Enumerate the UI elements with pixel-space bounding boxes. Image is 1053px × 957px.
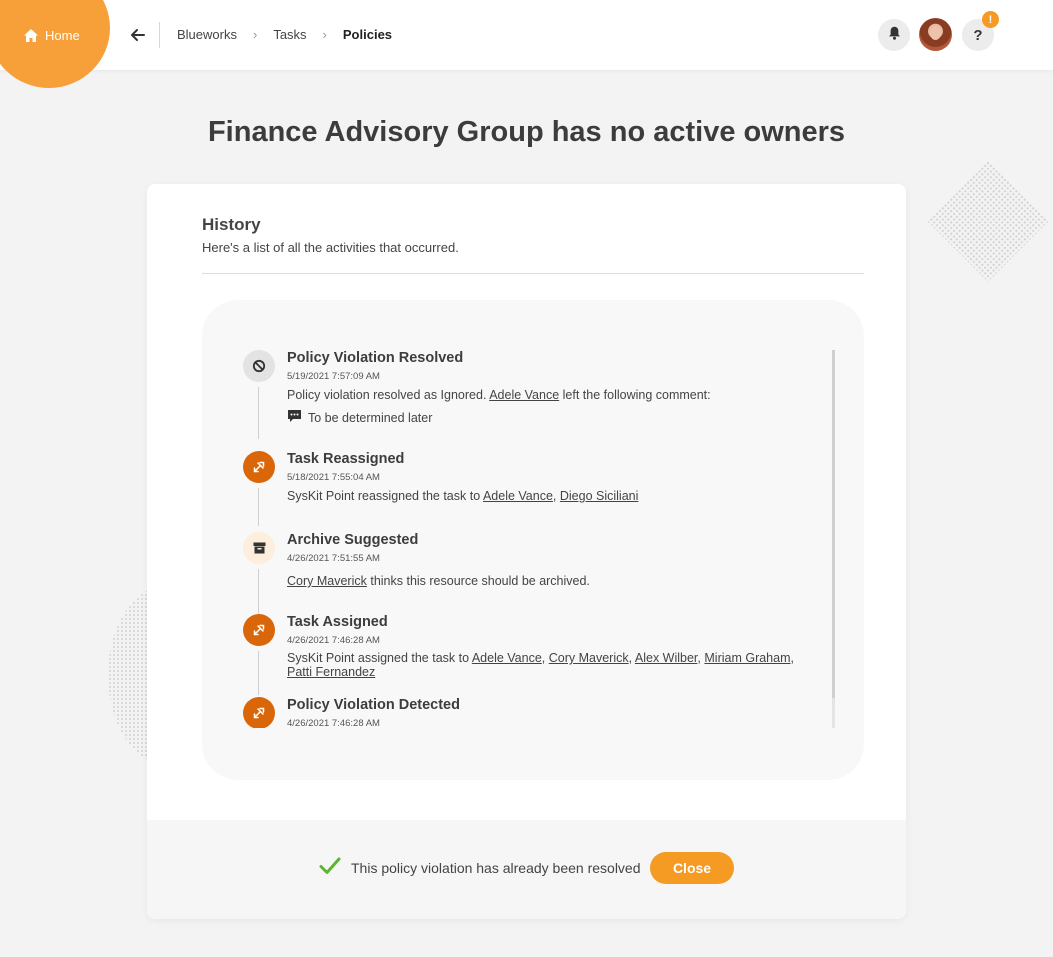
home-icon xyxy=(24,29,38,42)
breadcrumb-tasks[interactable]: Tasks xyxy=(273,27,306,42)
timeline-connector xyxy=(258,488,259,526)
comment-icon xyxy=(287,409,302,426)
detect-icon xyxy=(243,697,275,728)
history-subtitle: Here's a list of all the activities that… xyxy=(202,240,459,255)
breadcrumb: Blueworks › Tasks › Policies xyxy=(177,27,392,42)
user-link[interactable]: Diego Siciliani xyxy=(560,489,639,503)
timeline-scroll-area[interactable]: Policy Violation Resolved 5/19/2021 7:57… xyxy=(243,350,833,728)
event-title: Policy Violation Detected xyxy=(287,697,460,713)
event-date: 4/26/2021 7:46:28 AM xyxy=(287,635,380,646)
event-description: SysKit Point reassigned the task to Adel… xyxy=(287,489,639,503)
history-title: History xyxy=(202,215,261,234)
top-bar: Home Blueworks › Tasks › Policies ? ! xyxy=(0,0,1053,88)
reassign-icon xyxy=(243,451,275,483)
check-icon xyxy=(319,857,341,878)
help-alert-badge: ! xyxy=(982,11,999,28)
timeline-connector xyxy=(258,387,259,439)
event-description: Policy violation resolved as Ignored. Ad… xyxy=(287,388,711,402)
event-description: Cory Maverick thinks this resource shoul… xyxy=(287,574,590,588)
timeline-connector xyxy=(258,569,259,617)
user-link[interactable]: Alex Wilber xyxy=(635,651,698,665)
resolved-status: This policy violation has already been r… xyxy=(319,857,641,878)
assign-icon xyxy=(243,614,275,646)
notifications-button[interactable] xyxy=(878,19,910,51)
ban-icon xyxy=(243,350,275,382)
event-comment: To be determined later xyxy=(287,409,432,426)
event-title: Policy Violation Resolved xyxy=(287,350,464,366)
status-text: This policy violation has already been r… xyxy=(351,859,641,876)
user-link[interactable]: Adele Vance xyxy=(472,651,542,665)
header-divider xyxy=(159,22,160,48)
page-title: Finance Advisory Group has no active own… xyxy=(207,116,846,148)
timeline-connector xyxy=(258,651,259,695)
event-description: SysKit Point assigned the task to Adele … xyxy=(287,651,794,679)
event-title: Task Assigned xyxy=(287,614,388,630)
event-date: 4/26/2021 7:46:28 AM xyxy=(287,718,380,728)
home-label: Home xyxy=(45,28,80,43)
user-link[interactable]: Adele Vance xyxy=(489,388,559,402)
history-divider xyxy=(202,273,864,274)
user-link[interactable]: Patti Fernandez xyxy=(287,665,375,679)
breadcrumb-blueworks[interactable]: Blueworks xyxy=(177,27,237,42)
user-link[interactable]: Miriam Graham xyxy=(704,651,790,665)
scrollbar-thumb[interactable] xyxy=(832,350,835,698)
user-link[interactable]: Cory Maverick xyxy=(287,574,367,588)
event-title: Archive Suggested xyxy=(287,532,419,548)
event-date: 4/26/2021 7:51:55 AM xyxy=(287,553,380,564)
close-button[interactable]: Close xyxy=(650,852,734,884)
bell-icon xyxy=(888,26,901,45)
chevron-right-icon: › xyxy=(322,27,327,42)
event-date: 5/19/2021 7:57:09 AM xyxy=(287,371,380,382)
history-card: History Here's a list of all the activit… xyxy=(147,184,906,919)
scrollbar[interactable] xyxy=(832,350,835,728)
avatar[interactable] xyxy=(919,18,952,51)
help-question-icon: ? xyxy=(973,26,983,44)
breadcrumb-policies: Policies xyxy=(342,27,393,42)
event-title: Task Reassigned xyxy=(287,451,405,467)
decorative-dot-pattern xyxy=(927,160,1049,282)
user-link[interactable]: Cory Maverick xyxy=(549,651,629,665)
archive-icon xyxy=(243,532,275,564)
user-link[interactable]: Adele Vance xyxy=(483,489,553,503)
card-footer: This policy violation has already been r… xyxy=(147,820,906,919)
timeline-panel: Policy Violation Resolved 5/19/2021 7:57… xyxy=(202,300,864,780)
home-button[interactable]: Home xyxy=(0,0,110,88)
chevron-right-icon: › xyxy=(252,27,258,42)
event-date: 5/18/2021 7:55:04 AM xyxy=(287,472,380,483)
back-arrow-icon[interactable] xyxy=(128,25,148,45)
